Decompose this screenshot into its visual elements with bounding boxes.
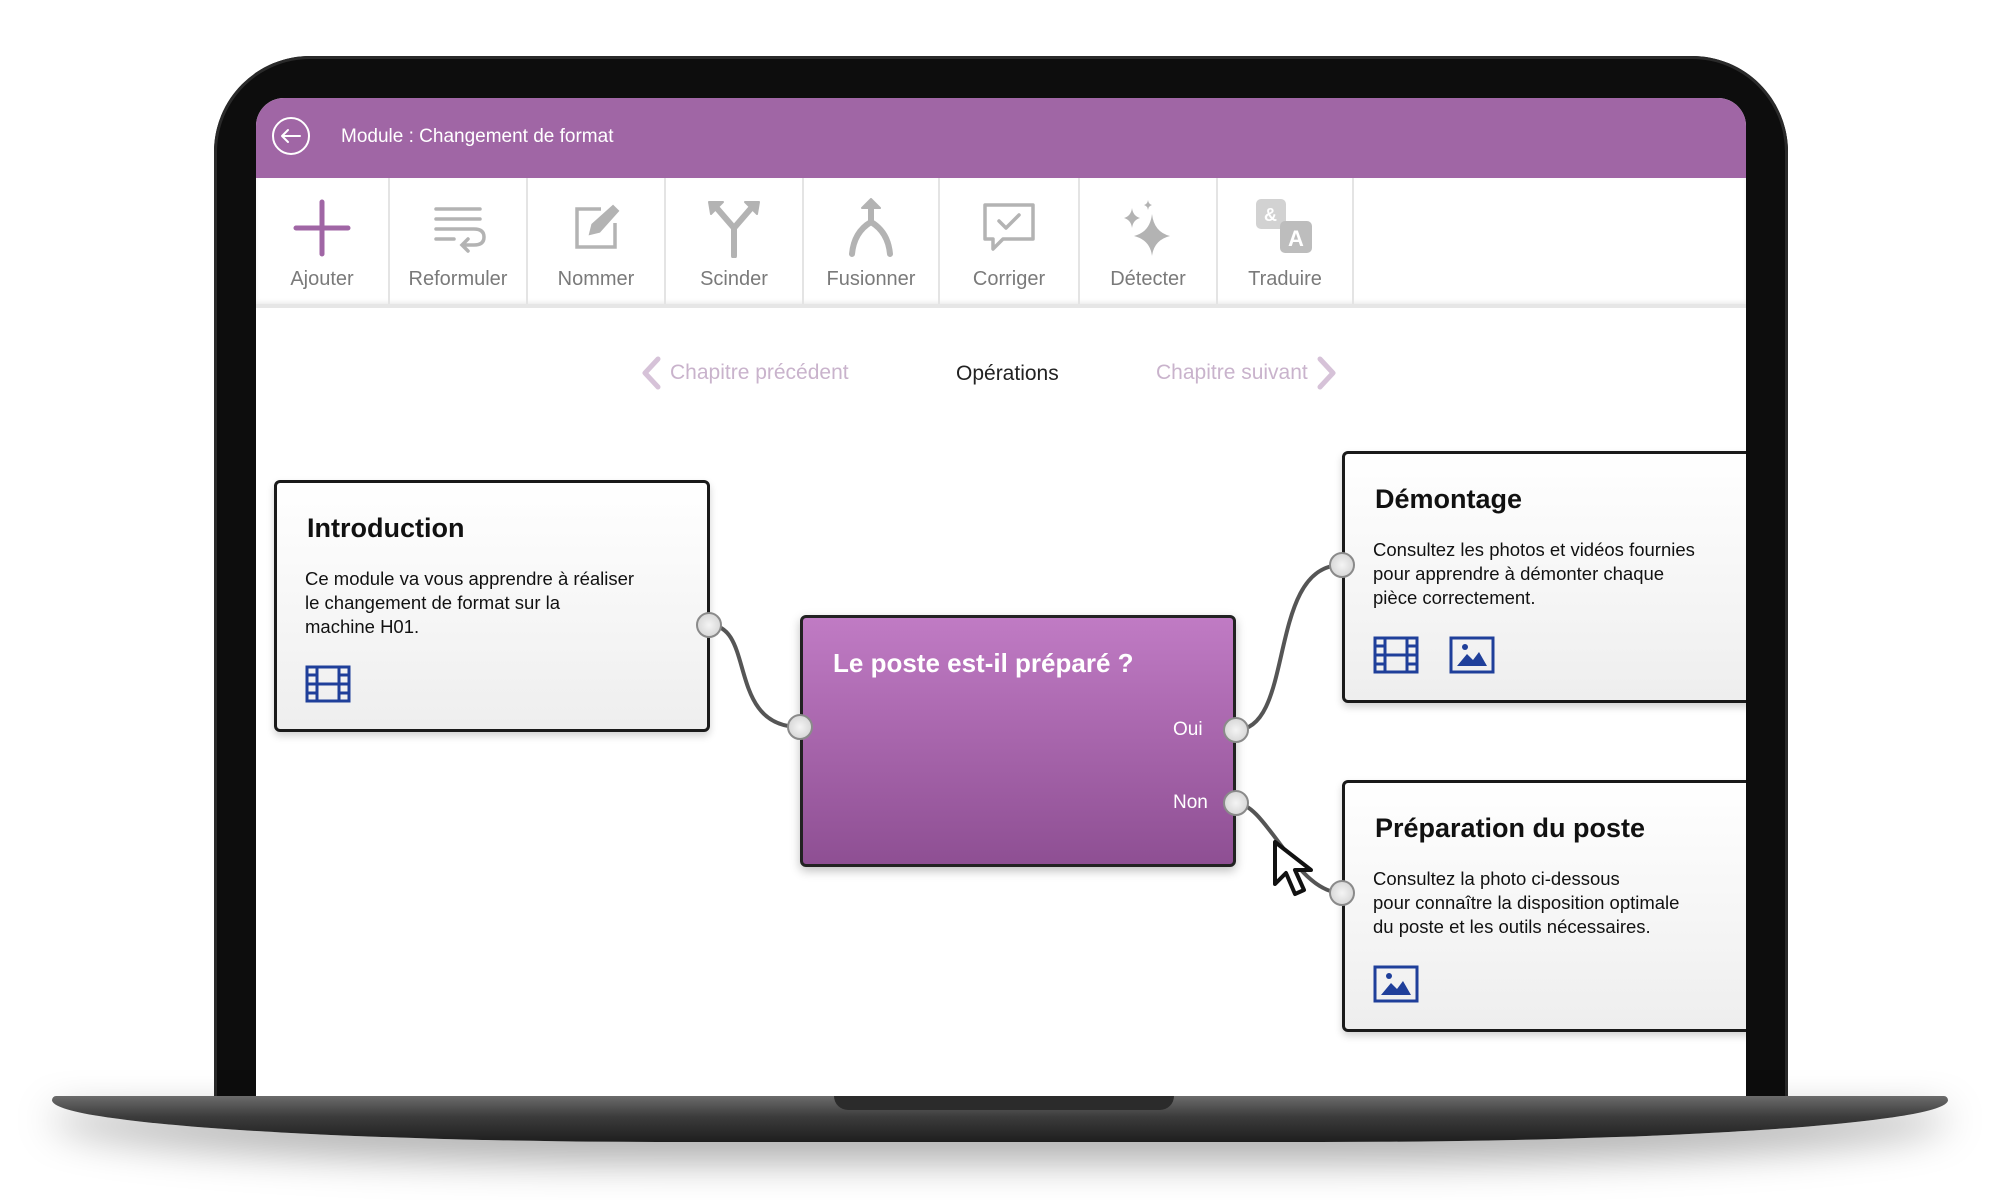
node-decision[interactable]: Le poste est-il préparé ? Oui Non — [800, 615, 1236, 867]
node-description: Consultez la photo ci-dessous pour conna… — [1373, 867, 1679, 939]
port-label-yes: Oui — [1173, 719, 1203, 740]
description-line: machine H01. — [305, 616, 420, 637]
port-label-no: Non — [1173, 792, 1208, 813]
description-line: Ce module va vous apprendre à réaliser — [305, 568, 635, 589]
link-intro-to-decision — [708, 623, 801, 729]
node-title: Préparation du poste — [1375, 813, 1646, 843]
node-introduction[interactable]: Introduction Ce module va vous apprendre… — [274, 480, 710, 732]
image-icon[interactable] — [1373, 965, 1419, 1003]
description-line: pièce correctement. — [1373, 587, 1536, 608]
description-line: du poste et les outils nécessaires. — [1373, 916, 1651, 937]
video-icon[interactable] — [305, 665, 351, 703]
node-title: Introduction — [307, 513, 465, 543]
port-decision-no[interactable] — [1223, 790, 1249, 816]
node-preparation[interactable]: Préparation du poste Consultez la photo … — [1342, 780, 1746, 1032]
port-demontage-in[interactable] — [1329, 552, 1355, 578]
image-icon[interactable] — [1449, 636, 1495, 674]
decision-question: Le poste est-il préparé ? — [833, 648, 1134, 678]
port-introduction-out[interactable] — [696, 612, 722, 638]
node-title: Démontage — [1375, 484, 1523, 514]
node-description: Ce module va vous apprendre à réaliser l… — [305, 567, 634, 639]
description-line: Consultez les photos et vidéos fournies — [1373, 539, 1695, 560]
description-line: Consultez la photo ci-dessous — [1373, 868, 1620, 889]
link-yes-to-demontage — [1235, 563, 1343, 732]
node-demontage[interactable]: Démontage Consultez les photos et vidéos… — [1342, 451, 1746, 703]
description-line: pour apprendre à démonter chaque — [1373, 563, 1665, 584]
mouse-cursor-icon — [1273, 840, 1313, 896]
description-line: le changement de format sur la — [305, 592, 561, 613]
node-description: Consultez les photos et vidéos fournies … — [1373, 538, 1695, 610]
laptop-notch — [834, 1096, 1174, 1110]
description-line: pour connaître la disposition optimale — [1373, 892, 1680, 913]
port-decision-yes[interactable] — [1223, 717, 1249, 743]
video-icon[interactable] — [1373, 636, 1419, 674]
app-screen: Module : Changement de format Ajouter Re… — [256, 98, 1746, 1096]
port-preparation-in[interactable] — [1329, 880, 1355, 906]
port-decision-in[interactable] — [787, 714, 813, 740]
